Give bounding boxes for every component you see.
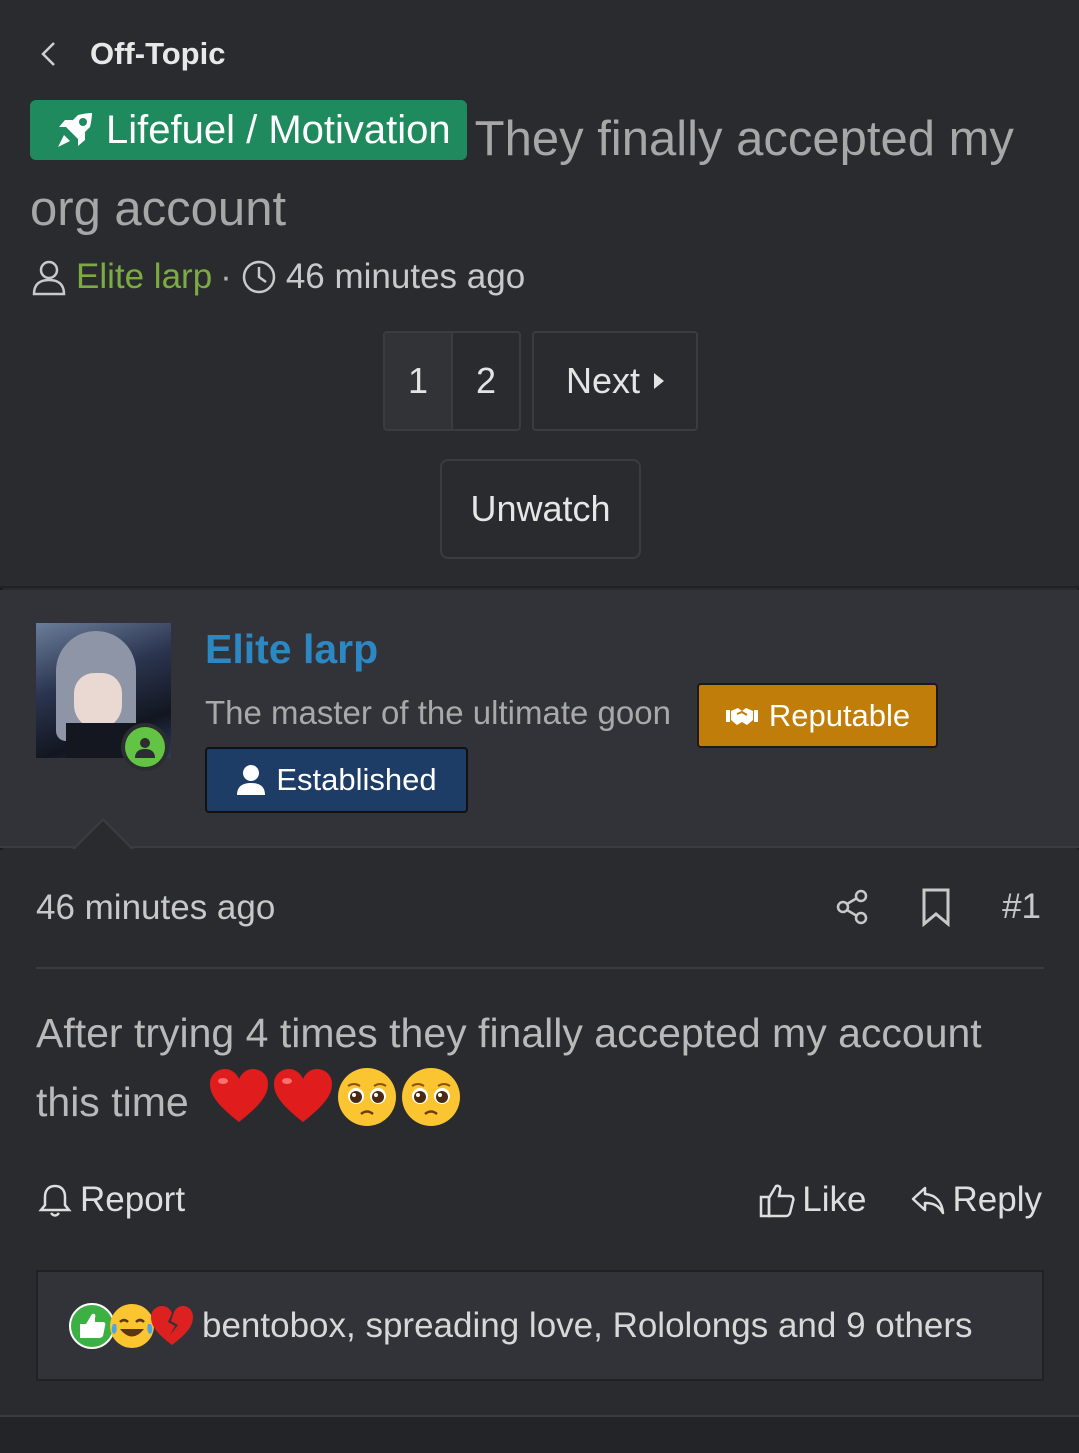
page-1-button[interactable]: 1 — [383, 331, 453, 431]
red-heart-icon — [274, 1069, 333, 1122]
user-icon — [32, 260, 66, 296]
post-text: After trying 4 times they finally accept… — [36, 1010, 982, 1125]
unwatch-button[interactable]: Unwatch — [440, 459, 641, 559]
reply-label: Reply — [952, 1180, 1042, 1219]
thread-time[interactable]: 46 minutes ago — [286, 257, 525, 297]
pleading-face-icon — [338, 1068, 397, 1126]
rocket-icon — [58, 113, 92, 147]
next-label: Next — [565, 360, 641, 401]
breadcrumb-link[interactable]: Off-Topic — [90, 36, 225, 72]
thread-title: Lifefuel / Motivation They finally accep… — [30, 100, 1050, 244]
reply-button[interactable]: Reply — [909, 1180, 1042, 1220]
thread-prefix-label: Lifefuel / Motivation — [106, 108, 451, 152]
chevron-left-icon[interactable] — [38, 39, 60, 69]
post-time[interactable]: 46 minutes ago — [36, 888, 275, 928]
report-label: Report — [80, 1180, 186, 1219]
bottom-strip — [0, 1415, 1079, 1453]
user-title: The master of the ultimate goon — [205, 694, 671, 731]
bell-icon — [38, 1184, 72, 1217]
next-page-button[interactable]: Next — [532, 331, 698, 431]
reactions-bar[interactable]: bentobox, spreading love, Rololongs and … — [36, 1270, 1044, 1381]
thread-prefix[interactable]: Lifefuel / Motivation — [30, 100, 467, 160]
caret-right-icon — [654, 373, 665, 389]
thread-author[interactable]: Elite larp — [76, 257, 212, 297]
reputable-badge: Reputable — [697, 683, 938, 748]
thread-meta: Elite larp · 46 minutes ago — [30, 252, 525, 302]
page-2-button[interactable]: 2 — [453, 331, 521, 431]
post-pointer-fill — [74, 821, 132, 850]
clock-icon — [242, 260, 276, 294]
post-emojis — [208, 1066, 462, 1128]
broken-heart-reaction-icon — [151, 1305, 193, 1345]
reactions-summary: bentobox, spreading love, Rololongs and … — [202, 1305, 973, 1345]
divider — [36, 967, 1044, 969]
like-button[interactable]: Like — [758, 1180, 867, 1220]
reply-icon — [911, 1186, 944, 1215]
username[interactable]: Elite larp — [205, 626, 378, 673]
established-badge: Established — [205, 747, 468, 813]
post-footer: Report Like Reply — [36, 1172, 1042, 1228]
reputable-label: Reputable — [768, 697, 911, 733]
breadcrumb[interactable]: Off-Topic — [38, 32, 225, 76]
like-label: Like — [802, 1180, 867, 1219]
post-tools: #1 — [834, 882, 1041, 932]
online-status-icon — [121, 723, 169, 771]
handshake-icon — [725, 707, 758, 725]
thumbs-up-icon — [760, 1184, 795, 1218]
bookmark-icon[interactable] — [918, 887, 954, 927]
post-number[interactable]: #1 — [1002, 887, 1041, 927]
user-block: Elite larp The master of the ultimate go… — [0, 590, 1079, 848]
reaction-icons — [68, 1302, 193, 1350]
separator-dot: · — [220, 257, 232, 296]
pagination: 1 2 Next — [383, 331, 698, 431]
post: 46 minutes ago #1 After trying 4 times t… — [0, 850, 1079, 1415]
post-content: After trying 4 times they finally accept… — [36, 1000, 1046, 1135]
established-label: Established — [276, 762, 437, 797]
report-button[interactable]: Report — [36, 1180, 185, 1220]
pleading-face-icon — [402, 1068, 461, 1126]
share-icon[interactable] — [834, 887, 870, 927]
red-heart-icon — [210, 1069, 269, 1122]
thread-header: Off-Topic Lifefuel / Motivation They fin… — [0, 0, 1079, 588]
user-solid-icon — [237, 765, 266, 795]
